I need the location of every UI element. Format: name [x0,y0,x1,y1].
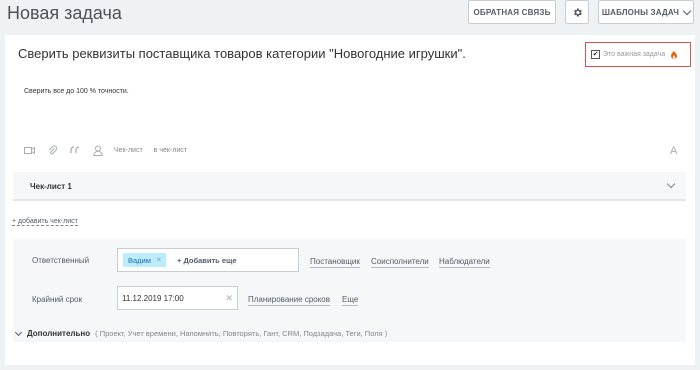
important-task-toggle[interactable]: ✔ Это важная задача [585,42,691,67]
to-checklist-link[interactable]: в чек-лист [154,147,187,154]
chevron-down-icon [14,328,23,336]
feedback-button[interactable]: ОБРАТНАЯ СВЯЗЬ [468,0,556,24]
user-chip[interactable]: Вадим ✕ [123,253,166,267]
add-more-link[interactable]: + Добавить еще [177,256,237,265]
important-checkbox[interactable]: ✔ [591,50,600,59]
gear-icon [573,7,582,17]
fire-icon [671,49,678,59]
task-description[interactable]: Сверить все до 100 % точности. [24,88,129,95]
responsible-field[interactable]: Вадим ✕ + Добавить еще [117,248,299,272]
task-form: Сверить реквизиты поставщика товаров кат… [5,35,695,365]
checklist-name: Чек-лист 1 [30,182,72,191]
responsible-label: Ответственный [32,256,90,265]
editor-toolbar: Чек-лист в чек-лист [22,143,682,157]
user-chip-name: Вадим [128,255,151,265]
attach-icon[interactable] [45,144,59,156]
task-title-input[interactable]: Сверить реквизиты поставщика товаров кат… [18,46,466,61]
checklist-link[interactable]: Чек-лист [114,147,143,154]
chevron-down-icon [682,6,692,15]
video-icon[interactable] [22,144,36,156]
add-checklist-label: + добавить чек-лист [12,218,78,226]
task-templates-button[interactable]: ШАБЛОНЫ ЗАДАЧ [598,0,694,24]
creator-link[interactable]: Постановщик [310,257,360,268]
quote-icon[interactable] [68,144,82,156]
remove-user-icon[interactable]: ✕ [156,256,162,264]
settings-button[interactable] [565,0,589,24]
checklist-header[interactable]: Чек-лист 1 [13,172,686,201]
task-fields-panel: Ответственный Вадим ✕ + Добавить еще Пос… [13,239,686,342]
mention-user-icon[interactable] [91,144,105,156]
chevron-down-icon[interactable] [666,179,676,189]
text-format-button[interactable]: A [670,145,677,157]
page-title: Новая задача [7,3,122,23]
clear-date-icon[interactable]: ✕ [225,293,233,304]
deadline-value: 11.12.2019 17:00 [122,294,184,303]
important-label: Это важная задача [603,51,666,58]
task-templates-label: ШАБЛОНЫ ЗАДАЧ [601,7,680,17]
co-executors-link[interactable]: Соисполнители [371,257,429,268]
additional-label: Дополнительно [27,329,91,338]
observers-link[interactable]: Наблюдатели [439,257,490,268]
time-planning-link[interactable]: Планирование сроков [248,295,331,306]
additional-options: ( Проект, Учет времени, Напомнить, Повто… [95,329,388,338]
additional-section-toggle[interactable]: Дополнительно ( Проект, Учет времени, На… [14,328,388,338]
add-checklist-link[interactable]: + добавить чек-лист [12,218,78,226]
deadline-input[interactable]: 11.12.2019 17:00 ✕ [117,286,238,310]
top-bar: Новая задача ОБРАТНАЯ СВЯЗЬ ШАБЛОНЫ ЗАДА… [0,0,700,32]
deadline-label: Крайний срок [32,295,83,304]
more-link[interactable]: Еще [342,295,359,306]
